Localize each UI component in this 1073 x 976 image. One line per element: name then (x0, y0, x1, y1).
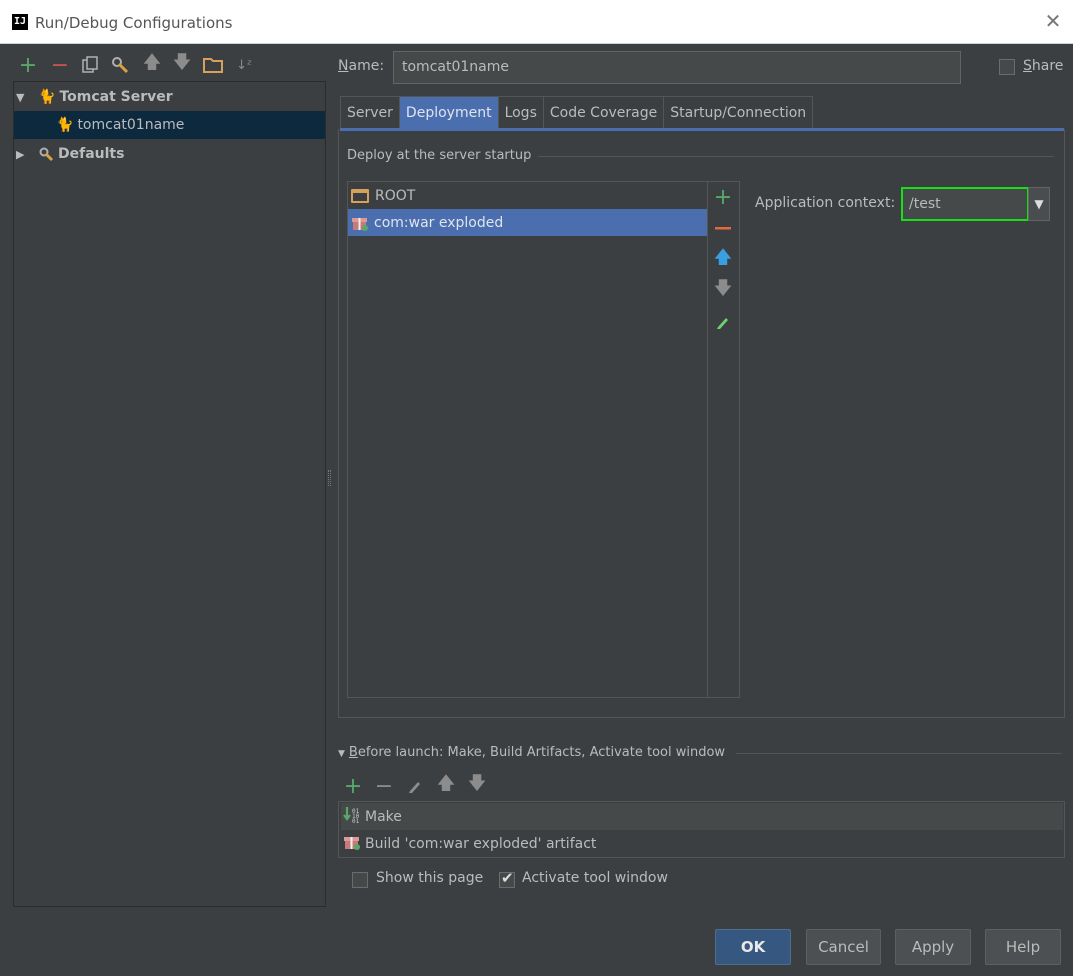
list-item-label: ROOT (375, 187, 416, 204)
list-item[interactable]: ROOT (348, 182, 707, 209)
name-label: Name: (338, 58, 385, 74)
deploy-section-label: Deploy at the server startup (347, 148, 532, 163)
artifact-icon (351, 214, 369, 232)
tab-deployment[interactable]: Deployment (398, 96, 499, 129)
list-item[interactable]: 01 10 01 Make (341, 803, 1063, 830)
add-icon[interactable]: + (343, 774, 363, 799)
collapse-triangle-icon: ▼ (338, 749, 345, 759)
ok-button[interactable]: OK (715, 929, 791, 965)
remove-icon[interactable]: − (374, 774, 394, 799)
remove-icon[interactable] (713, 219, 733, 239)
close-icon[interactable]: ✕ (1043, 10, 1063, 32)
tab-startup-connection[interactable]: Startup/Connection (663, 96, 814, 129)
edit-icon[interactable] (405, 776, 425, 796)
title-bar: IJ Run/Debug Configurations ✕ (0, 0, 1073, 44)
tomcat-icon: 🐈 (38, 89, 56, 105)
application-context-label: Application context: (755, 195, 896, 211)
name-input[interactable]: tomcat01name (393, 51, 961, 84)
tree-group-label: Tomcat Server (59, 89, 173, 105)
deploy-list: ROOT com:war exploded (347, 181, 708, 698)
edit-defaults-icon[interactable] (110, 55, 130, 75)
tree-defaults-label: Defaults (58, 146, 125, 162)
window-title: Run/Debug Configurations (35, 14, 233, 32)
sort-icon[interactable]: ↓ᶻ (234, 55, 254, 75)
intellij-app-icon: IJ (12, 14, 28, 30)
tab-bar: Server Deployment Logs Code Coverage Sta… (340, 96, 814, 129)
folder-icon (351, 188, 369, 203)
move-up-icon[interactable]: 🡅 (713, 247, 733, 270)
before-launch-label[interactable]: ▼ Before launch: Make, Build Artifacts, A… (338, 745, 725, 760)
list-item[interactable]: com:war exploded (348, 209, 707, 236)
collapse-arrow-icon[interactable]: ▶ (16, 148, 30, 161)
help-button[interactable]: Help (985, 929, 1061, 965)
tree-item-label: tomcat01name (77, 117, 185, 133)
tab-logs[interactable]: Logs (497, 96, 544, 129)
configurations-tree: ▼ 🐈 Tomcat Server 🐈 tomcat01name ▶ Defau… (13, 81, 326, 907)
cancel-button[interactable]: Cancel (806, 929, 881, 965)
show-this-page-label: Show this page (376, 870, 484, 886)
edit-icon[interactable] (713, 312, 733, 332)
move-down-icon[interactable]: 🡇 (467, 773, 487, 796)
copy-icon[interactable] (80, 55, 100, 75)
svg-text:01: 01 (352, 818, 360, 824)
folder-icon[interactable] (203, 55, 223, 75)
move-down-icon[interactable]: 🡇 (172, 52, 192, 75)
add-icon[interactable]: + (713, 185, 733, 210)
tomcat-icon: 🐈 (56, 117, 74, 133)
activate-tool-window-label: Activate tool window (522, 870, 668, 886)
expand-arrow-icon[interactable]: ▼ (16, 91, 30, 104)
list-item[interactable]: Build 'com:war exploded' artifact (341, 830, 1063, 857)
move-up-icon[interactable]: 🡅 (436, 773, 456, 796)
move-down-icon[interactable]: 🡇 (713, 278, 733, 301)
share-label: Share (1023, 58, 1064, 74)
remove-icon[interactable]: − (50, 53, 70, 78)
show-this-page-checkbox[interactable] (352, 872, 368, 888)
apply-button[interactable]: Apply (895, 929, 971, 965)
before-launch-list: 01 10 01 Make Build 'com:war exploded' art… (338, 801, 1065, 858)
section-divider (538, 156, 1054, 157)
list-item-label: com:war exploded (374, 214, 504, 231)
share-checkbox[interactable] (999, 59, 1015, 75)
make-icon: 01 10 01 (343, 806, 361, 828)
list-item-label: Make (365, 808, 402, 825)
tab-code-coverage[interactable]: Code Coverage (542, 96, 665, 129)
tree-item-defaults[interactable]: ▶ Defaults (14, 140, 325, 168)
tab-server[interactable]: Server (340, 96, 400, 129)
artifact-icon (343, 833, 361, 855)
deploy-side-toolbar: + 🡅 🡇 (708, 181, 740, 698)
move-up-icon[interactable]: 🡅 (142, 52, 162, 75)
activate-tool-window-checkbox[interactable]: ✔ (499, 869, 515, 888)
application-context-input[interactable]: /test (901, 187, 1029, 221)
tree-item-tomcat-server[interactable]: ▼ 🐈 Tomcat Server (14, 83, 325, 111)
tree-item-tomcat01name[interactable]: 🐈 tomcat01name (14, 111, 325, 139)
splitter-handle[interactable] (328, 470, 331, 486)
add-icon[interactable]: + (18, 53, 38, 78)
chevron-down-icon[interactable]: ▼ (1028, 187, 1050, 221)
list-item-label: Build 'com:war exploded' artifact (365, 835, 597, 852)
checkmark-icon: ✔ (501, 869, 514, 887)
section-divider (736, 753, 1062, 754)
wrench-icon (38, 146, 54, 162)
